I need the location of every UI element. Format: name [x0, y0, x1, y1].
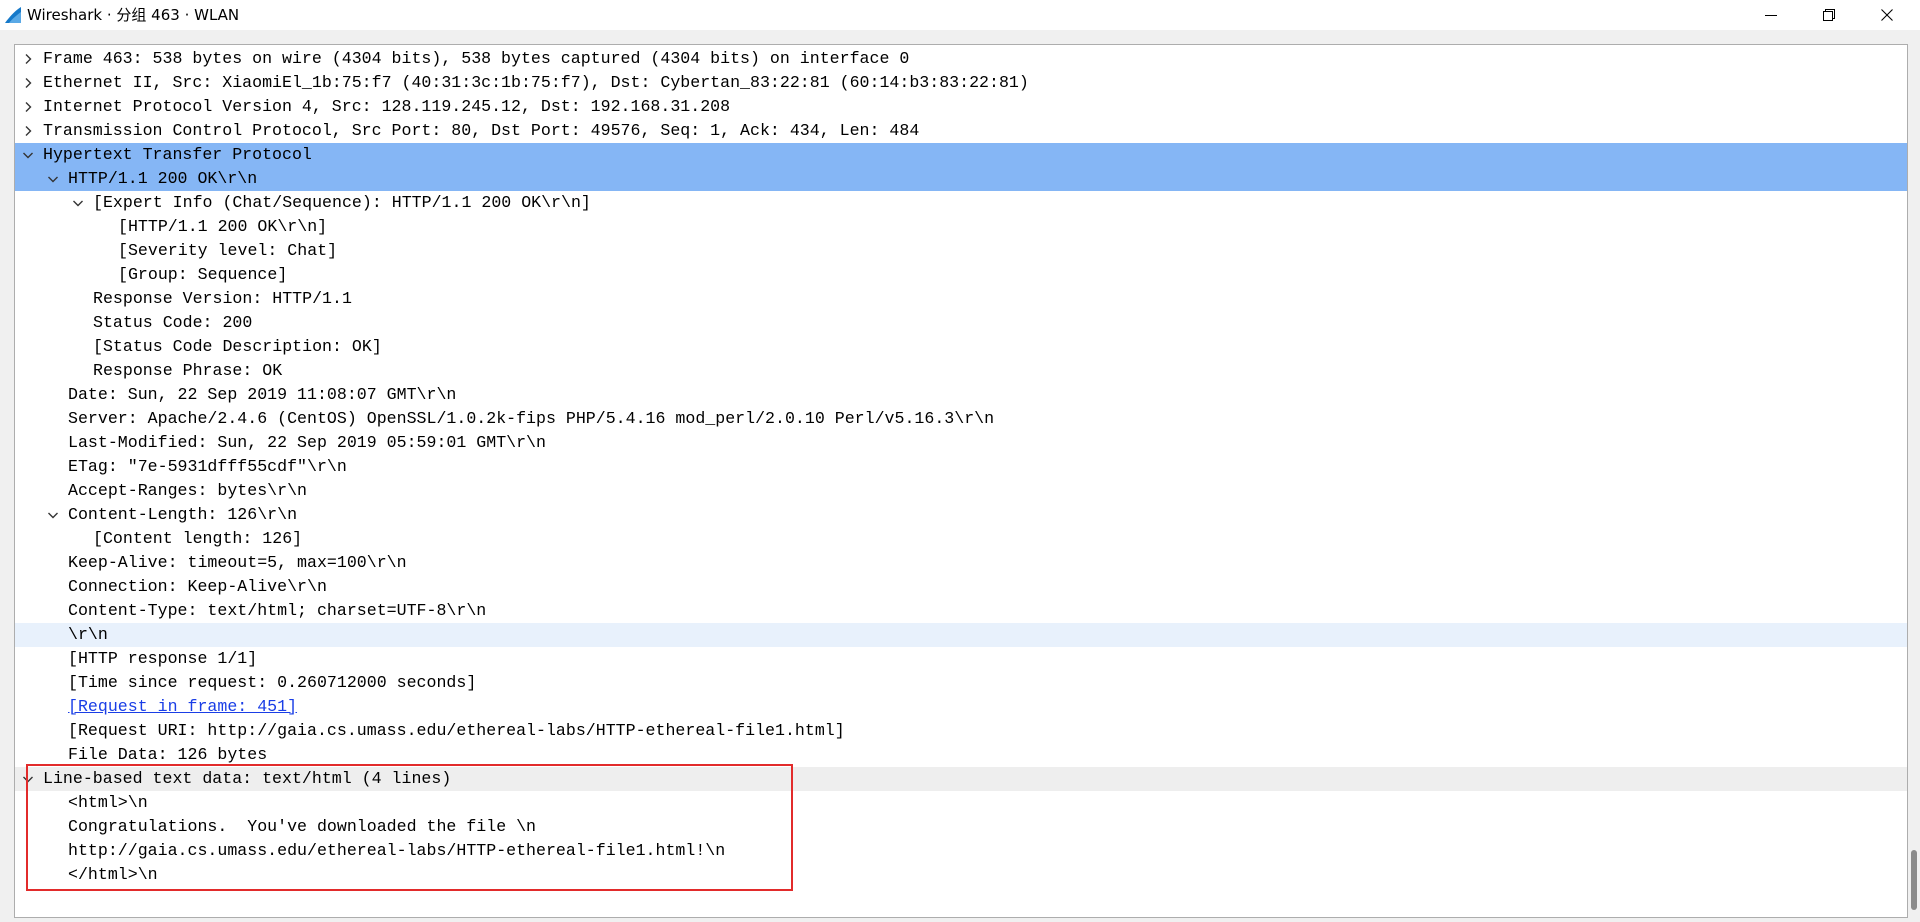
tree-row-label: Internet Protocol Version 4, Src: 128.11…	[43, 97, 731, 116]
chevron-down-icon[interactable]	[72, 197, 84, 209]
tree-row[interactable]: [Request in frame: 451]	[15, 695, 1907, 719]
tree-row-label: Line-based text data: text/html (4 lines…	[43, 769, 452, 788]
tree-row[interactable]: [Group: Sequence]	[15, 263, 1907, 287]
chevron-down-icon[interactable]	[22, 773, 34, 785]
tree-row[interactable]: Frame 463: 538 bytes on wire (4304 bits)…	[15, 47, 1907, 71]
tree-row[interactable]: Congratulations. You've downloaded the f…	[15, 815, 1907, 839]
chevron-right-icon[interactable]	[22, 77, 34, 89]
tree-row-label: Content-Type: text/html; charset=UTF-8\r…	[68, 601, 487, 620]
tree-row-label: Hypertext Transfer Protocol	[43, 145, 312, 164]
tree-row-label: </html>\n	[68, 865, 158, 884]
tree-row[interactable]: Keep-Alive: timeout=5, max=100\r\n	[15, 551, 1907, 575]
tree-row-label: <html>\n	[68, 793, 148, 812]
tree-row-label: [Time since request: 0.260712000 seconds…	[68, 673, 477, 692]
tree-row[interactable]: Status Code: 200	[15, 311, 1907, 335]
tree-row-label: Accept-Ranges: bytes\r\n	[68, 481, 307, 500]
minimize-button[interactable]	[1742, 0, 1800, 30]
tree-row[interactable]: [Time since request: 0.260712000 seconds…	[15, 671, 1907, 695]
tree-row[interactable]: Response Phrase: OK	[15, 359, 1907, 383]
chevron-right-icon[interactable]	[22, 125, 34, 137]
tree-row[interactable]: [Severity level: Chat]	[15, 239, 1907, 263]
tree-row-label: http://gaia.cs.umass.edu/ethereal-labs/H…	[68, 841, 726, 860]
vertical-scrollbar[interactable]	[1908, 44, 1920, 918]
tree-row-label: Response Phrase: OK	[93, 361, 283, 380]
tree-row[interactable]: Connection: Keep-Alive\r\n	[15, 575, 1907, 599]
tree-row[interactable]: File Data: 126 bytes	[15, 743, 1907, 767]
tree-row[interactable]: Accept-Ranges: bytes\r\n	[15, 479, 1907, 503]
tree-row-label: [Content length: 126]	[93, 529, 303, 548]
tree-row[interactable]: Content-Type: text/html; charset=UTF-8\r…	[15, 599, 1907, 623]
tree-row-label: [Expert Info (Chat/Sequence): HTTP/1.1 2…	[93, 193, 591, 212]
tree-row-label: [Severity level: Chat]	[118, 241, 338, 260]
tree-row[interactable]: [Request URI: http://gaia.cs.umass.edu/e…	[15, 719, 1907, 743]
tree-row-label: Server: Apache/2.4.6 (CentOS) OpenSSL/1.…	[68, 409, 995, 428]
tree-row-label: Transmission Control Protocol, Src Port:…	[43, 121, 920, 140]
tree-row-label: Content-Length: 126\r\n	[68, 505, 298, 524]
tree-row[interactable]: Ethernet II, Src: XiaomiEl_1b:75:f7 (40:…	[15, 71, 1907, 95]
chevron-down-icon[interactable]	[22, 149, 34, 161]
tree-row-label: \r\n	[68, 625, 108, 644]
chevron-right-icon[interactable]	[22, 101, 34, 113]
tree-row[interactable]: [HTTP/1.1 200 OK\r\n]	[15, 215, 1907, 239]
scrollbar-thumb[interactable]	[1911, 850, 1917, 910]
tree-row-label: Response Version: HTTP/1.1	[93, 289, 352, 308]
tree-row-label: Keep-Alive: timeout=5, max=100\r\n	[68, 553, 407, 572]
tree-row-label: Date: Sun, 22 Sep 2019 11:08:07 GMT\r\n	[68, 385, 457, 404]
tree-row-label: HTTP/1.1 200 OK\r\n	[68, 169, 258, 188]
tree-row[interactable]: Internet Protocol Version 4, Src: 128.11…	[15, 95, 1907, 119]
wireshark-logo-icon	[5, 7, 21, 23]
chevron-right-icon[interactable]	[22, 53, 34, 65]
window-title: Wireshark · 分组 463 · WLAN	[27, 6, 240, 24]
title-bar: Wireshark · 分组 463 · WLAN	[0, 0, 1920, 30]
close-button[interactable]	[1858, 0, 1916, 30]
tree-row[interactable]: Response Version: HTTP/1.1	[15, 287, 1907, 311]
tree-row[interactable]: Content-Length: 126\r\n	[15, 503, 1907, 527]
request-frame-link[interactable]: [Request in frame: 451]	[68, 695, 297, 719]
packet-details-tree[interactable]: Frame 463: 538 bytes on wire (4304 bits)…	[14, 44, 1908, 918]
tree-row-label: [HTTP response 1/1]	[68, 649, 258, 668]
tree-row-label: File Data: 126 bytes	[68, 745, 268, 764]
close-icon	[1881, 9, 1893, 21]
tree-row[interactable]: [Expert Info (Chat/Sequence): HTTP/1.1 2…	[15, 191, 1907, 215]
tree-row[interactable]: HTTP/1.1 200 OK\r\n	[15, 167, 1907, 191]
tree-row[interactable]: ETag: "7e-5931dfff55cdf"\r\n	[15, 455, 1907, 479]
tree-row-label: Ethernet II, Src: XiaomiEl_1b:75:f7 (40:…	[43, 73, 1029, 92]
tree-row[interactable]: Last-Modified: Sun, 22 Sep 2019 05:59:01…	[15, 431, 1907, 455]
tree-row-label: [Status Code Description: OK]	[93, 337, 382, 356]
chevron-down-icon[interactable]	[47, 509, 59, 521]
tree-row-label: Status Code: 200	[93, 313, 253, 332]
tree-row[interactable]: [Status Code Description: OK]	[15, 335, 1907, 359]
tree-row[interactable]: \r\n	[15, 623, 1907, 647]
tree-row[interactable]: Transmission Control Protocol, Src Port:…	[15, 119, 1907, 143]
tree-row-label: Connection: Keep-Alive\r\n	[68, 577, 327, 596]
minimize-icon	[1765, 15, 1777, 16]
tree-row[interactable]: <html>\n	[15, 791, 1907, 815]
tree-row-label: [HTTP/1.1 200 OK\r\n]	[118, 217, 328, 236]
chevron-down-icon[interactable]	[47, 173, 59, 185]
tree-row[interactable]: </html>\n	[15, 863, 1907, 887]
tree-row[interactable]: Hypertext Transfer Protocol	[15, 143, 1907, 167]
tree-row[interactable]: Server: Apache/2.4.6 (CentOS) OpenSSL/1.…	[15, 407, 1907, 431]
maximize-button[interactable]	[1800, 0, 1858, 30]
tree-row[interactable]: Date: Sun, 22 Sep 2019 11:08:07 GMT\r\n	[15, 383, 1907, 407]
tree-row[interactable]: Line-based text data: text/html (4 lines…	[15, 767, 1907, 791]
restore-icon	[1823, 9, 1835, 21]
tree-row[interactable]: [Content length: 126]	[15, 527, 1907, 551]
tree-row[interactable]: http://gaia.cs.umass.edu/ethereal-labs/H…	[15, 839, 1907, 863]
tree-row-label: [Group: Sequence]	[118, 265, 288, 284]
tree-row[interactable]: [HTTP response 1/1]	[15, 647, 1907, 671]
tree-row-label: Last-Modified: Sun, 22 Sep 2019 05:59:01…	[68, 433, 546, 452]
tree-row-label: Frame 463: 538 bytes on wire (4304 bits)…	[43, 49, 910, 68]
tree-row-label: Congratulations. You've downloaded the f…	[68, 817, 537, 836]
tree-row-label: ETag: "7e-5931dfff55cdf"\r\n	[68, 457, 347, 476]
tree-row-label: [Request URI: http://gaia.cs.umass.edu/e…	[68, 721, 845, 740]
